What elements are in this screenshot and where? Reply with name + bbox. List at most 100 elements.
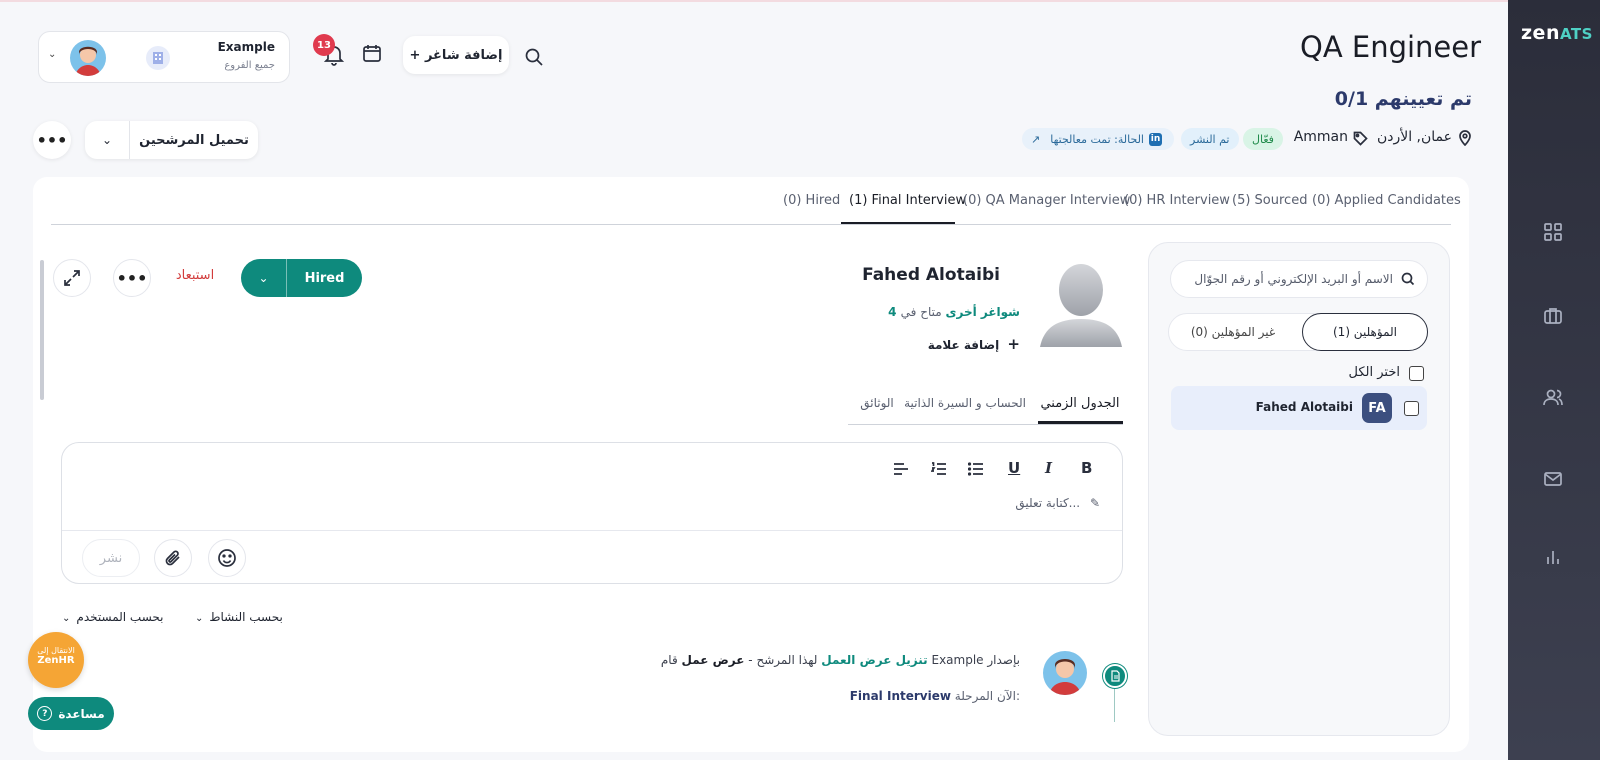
candidate-search-input[interactable]: الاسم أو البريد الإلكتروني أو رقم الجوّا… bbox=[1170, 260, 1428, 298]
exclude-button[interactable]: استبعاد bbox=[170, 268, 220, 283]
go-to-zenhr-button[interactable]: الانتقال إلى ZenHR bbox=[28, 632, 84, 688]
tabs-divider bbox=[51, 224, 1451, 225]
top-accent-line bbox=[0, 0, 1508, 2]
search-icon[interactable] bbox=[524, 47, 544, 71]
profile-name: Fahed Alotaibi bbox=[862, 265, 1000, 285]
filter-by-activity-label: بحسب النشاط bbox=[209, 610, 283, 624]
external-link-icon: ↗ bbox=[1031, 132, 1041, 146]
tab-hired[interactable]: (0) Hired bbox=[783, 193, 840, 208]
activity-stage-value: Final Interview bbox=[849, 689, 951, 703]
job-title: QA Engineer bbox=[1300, 30, 1482, 64]
tab-timeline[interactable]: الجدول الزمني bbox=[1040, 396, 1120, 411]
calendar-icon[interactable] bbox=[362, 43, 382, 67]
company-switcher[interactable]: ⌄ Example جميع الفروع bbox=[38, 31, 290, 83]
select-all-checkbox[interactable] bbox=[1409, 366, 1424, 381]
tab-hr-interview[interactable]: (0) HR Interview bbox=[1124, 193, 1230, 208]
linkedin-icon: in bbox=[1149, 132, 1162, 146]
help-icon: ? bbox=[37, 706, 53, 721]
document-icon bbox=[1103, 664, 1127, 688]
chevron-down-icon: ⌄ bbox=[241, 259, 287, 297]
profile-photo bbox=[1040, 259, 1122, 347]
add-vacancy-button[interactable]: + إضافة شاغر bbox=[403, 36, 509, 74]
plus-icon: + bbox=[1007, 335, 1020, 353]
company-branch: جميع الفروع bbox=[224, 60, 275, 71]
active-chip: فعّال bbox=[1243, 128, 1283, 150]
tab-sourced[interactable]: (5) Sourced bbox=[1232, 193, 1307, 208]
mail-icon[interactable] bbox=[1538, 464, 1568, 494]
logo-main: zen bbox=[1521, 22, 1560, 44]
expand-icon[interactable] bbox=[53, 259, 91, 297]
stage-button-label: Hired bbox=[304, 270, 345, 286]
candidate-checkbox[interactable] bbox=[1404, 401, 1419, 416]
zenhr-line1: الانتقال إلى bbox=[37, 646, 75, 655]
upload-candidates-button[interactable]: ⌄ تحميل المرشحين bbox=[85, 121, 258, 159]
activity-text: تنزيل عرض العمل لهذا المرشح - عرض عمل قا… bbox=[600, 653, 1020, 667]
tag-icon bbox=[1353, 131, 1368, 150]
users-icon[interactable] bbox=[1538, 382, 1568, 412]
search-placeholder: الاسم أو البريد الإلكتروني أو رقم الجوّا… bbox=[1194, 272, 1393, 286]
comment-placeholder: كتابة تعليق... bbox=[1015, 496, 1081, 510]
tab-final-interview[interactable]: (1) Final Interview bbox=[849, 193, 966, 208]
add-tag-button[interactable]: إضافة علامة + bbox=[880, 335, 1020, 353]
stage-button[interactable]: ⌄ Hired bbox=[241, 259, 362, 297]
main-area: QA Engineer 0/1 تم تعيينهم عمان, الأردن … bbox=[0, 0, 1508, 760]
tab-unqualified[interactable]: غير المؤهلين (0) bbox=[1168, 313, 1298, 351]
building-icon bbox=[146, 46, 170, 70]
upload-candidates-label: تحميل المرشحين bbox=[139, 132, 249, 148]
more-options-button[interactable]: ••• bbox=[33, 121, 71, 159]
publish-button[interactable]: نشر bbox=[82, 539, 140, 577]
search-icon bbox=[1401, 272, 1415, 286]
dashboard-icon[interactable] bbox=[1538, 217, 1568, 247]
published-chip: تم النشر bbox=[1181, 128, 1239, 150]
activity-avatar bbox=[1043, 651, 1087, 695]
profile-more-button[interactable]: ••• bbox=[113, 259, 151, 297]
bold-button[interactable]: B bbox=[1081, 459, 1092, 477]
tab-account-cv[interactable]: الحساب و السيرة الذاتية bbox=[900, 396, 1030, 410]
add-tag-label: إضافة علامة bbox=[927, 338, 1000, 352]
filter-by-user[interactable]: ⌄ بحسب المستخدم bbox=[62, 610, 164, 624]
select-all-label: اختر الكل bbox=[1348, 365, 1400, 380]
candidate-initials: FA bbox=[1362, 393, 1392, 423]
reports-icon[interactable] bbox=[1538, 542, 1568, 572]
briefcase-icon[interactable] bbox=[1538, 300, 1568, 330]
status-chip[interactable]: ↗ الحالة: تمت معالجتها in bbox=[1022, 128, 1174, 150]
location-text: عمان, الأردن bbox=[1376, 129, 1452, 145]
list-item[interactable]: FA Fahed Alotaibi bbox=[1171, 386, 1427, 430]
edit-icon: ✎ bbox=[1089, 496, 1100, 510]
scroll-indicator bbox=[40, 260, 44, 400]
activity-text-c: لهذا المرشح - bbox=[748, 653, 818, 667]
tab-qa-manager-interview[interactable]: (0) QA Manager Interview bbox=[963, 193, 1130, 208]
logo-accent: ATS bbox=[1559, 25, 1593, 43]
filter-by-user-label: بحسب المستخدم bbox=[76, 610, 164, 624]
availability-prefix: متاح في bbox=[900, 305, 942, 319]
bullet-list-icon[interactable] bbox=[967, 461, 984, 480]
help-button[interactable]: ? مساعدة bbox=[28, 697, 114, 730]
candidate-name: Fahed Alotaibi bbox=[1255, 400, 1353, 414]
align-icon[interactable] bbox=[893, 461, 909, 480]
editor-divider bbox=[62, 530, 1122, 531]
chevron-down-icon: ⌄ bbox=[85, 121, 130, 159]
underline-button[interactable]: U bbox=[1008, 459, 1020, 477]
tab-documents[interactable]: الوثائق bbox=[852, 396, 902, 410]
availability-text: 4 شواغر أخرى متاح في bbox=[820, 305, 1020, 319]
emoji-icon[interactable] bbox=[208, 539, 246, 577]
zenhr-line2: ZenHR bbox=[37, 655, 75, 666]
tab-applied-candidates[interactable]: (0) Applied Candidates bbox=[1312, 193, 1461, 208]
status-chip-label: الحالة: تمت معالجتها bbox=[1050, 132, 1144, 146]
filter-by-activity[interactable]: ⌄ بحسب النشاط bbox=[195, 610, 283, 624]
numbered-list-icon[interactable] bbox=[930, 461, 947, 480]
company-name: Example bbox=[217, 40, 275, 54]
app-logo: zenATS bbox=[1521, 22, 1593, 44]
activity-text-b: عرض عمل bbox=[681, 653, 745, 667]
app-sidebar bbox=[1508, 0, 1600, 760]
italic-button[interactable]: I bbox=[1045, 459, 1052, 477]
avatar bbox=[70, 40, 106, 76]
activity-download-link[interactable]: تنزيل عرض العمل bbox=[821, 653, 927, 667]
location-tag[interactable]: Amman bbox=[1294, 129, 1348, 145]
comment-input[interactable]: كتابة تعليق... ✎ bbox=[900, 496, 1100, 510]
tab-qualified[interactable]: المؤهلين (1) bbox=[1302, 313, 1428, 351]
attachment-icon[interactable] bbox=[154, 539, 192, 577]
chevron-down-icon: ⌄ bbox=[48, 49, 57, 60]
help-label: مساعدة bbox=[58, 706, 105, 721]
hired-count: 0/1 تم تعيينهم bbox=[1334, 88, 1472, 110]
